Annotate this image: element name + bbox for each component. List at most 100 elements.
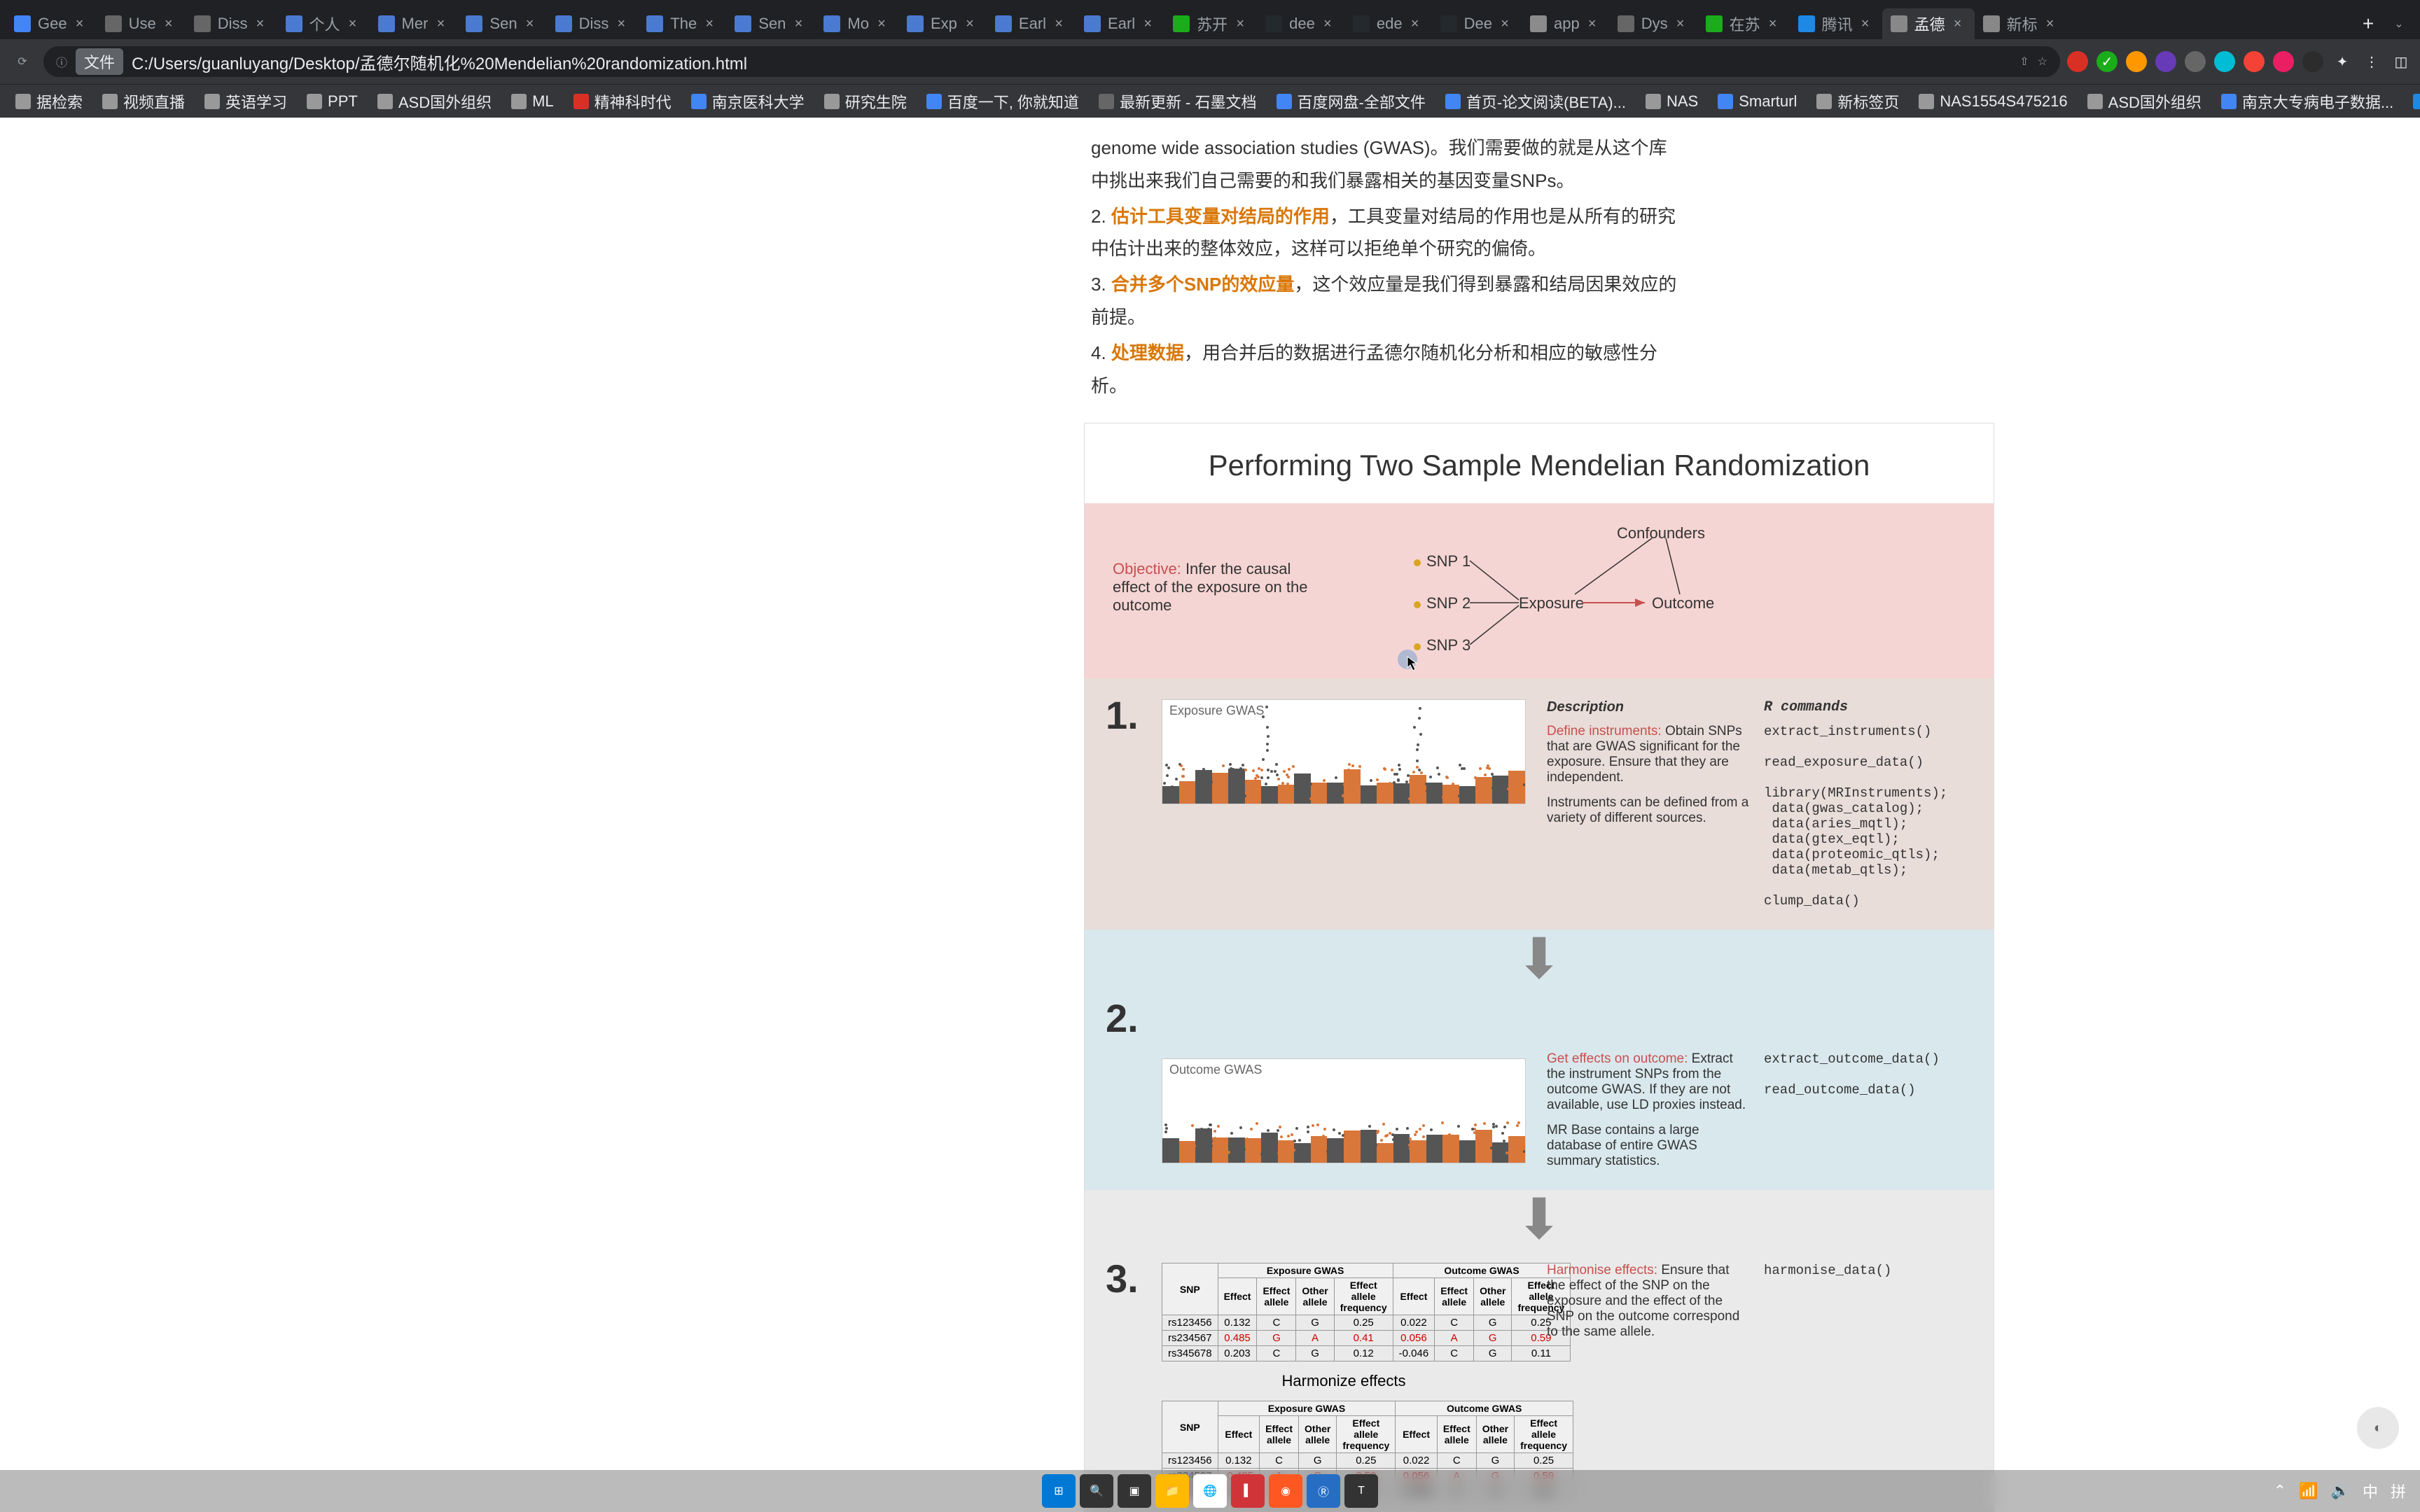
bookmark-item[interactable]: 英语学习 (196, 86, 295, 117)
browser-tab[interactable]: 新标× (1975, 8, 2067, 39)
bookmark-item[interactable]: ASD国外组织 (2079, 86, 2210, 117)
ext-icon-3[interactable] (2126, 51, 2147, 72)
browser-tab[interactable]: The× (638, 8, 726, 39)
bookmark-item[interactable]: 首页-论文阅读(BETA)... (1437, 86, 1634, 117)
ext-icon-1[interactable] (2067, 51, 2088, 72)
taskbar-app-icon[interactable]: 📁 (1155, 1474, 1189, 1508)
tab-close-icon[interactable]: × (1857, 15, 1874, 32)
systray-wifi-icon[interactable]: 📶 (2299, 1482, 2318, 1500)
bookmark-item[interactable]: 研究生院 (816, 86, 915, 117)
extensions-puzzle-icon[interactable]: ✦ (2332, 51, 2353, 72)
bookmark-item[interactable]: 南京医科大学 (683, 86, 813, 117)
tab-close-icon[interactable]: × (1584, 15, 1601, 32)
bookmark-item[interactable]: 百度网盘-全部文件 (1268, 86, 1434, 117)
taskbar-app-icon[interactable]: ◉ (1269, 1474, 1302, 1508)
browser-tab[interactable]: dee× (1257, 8, 1344, 39)
systray-lang[interactable]: 中 (2363, 1480, 2378, 1502)
browser-tab[interactable]: Mer× (370, 8, 458, 39)
tab-close-icon[interactable]: × (961, 15, 978, 32)
bookmark-item[interactable]: ASD国外组织 (369, 86, 500, 117)
bookmark-item[interactable]: 南京大专病电子数据... (2213, 86, 2402, 117)
tab-close-icon[interactable]: × (160, 15, 177, 32)
new-tab-button[interactable]: + (2353, 8, 2384, 39)
browser-tab[interactable]: Sen× (726, 8, 815, 39)
browser-tab[interactable]: ede× (1344, 8, 1432, 39)
tab-close-icon[interactable]: × (522, 15, 538, 32)
ext-icon-4[interactable] (2155, 51, 2176, 72)
systray-ime[interactable]: 拼 (2391, 1480, 2406, 1502)
tab-close-icon[interactable]: × (790, 15, 807, 32)
site-info-icon[interactable]: ⓘ (56, 53, 67, 70)
tab-close-icon[interactable]: × (1232, 15, 1249, 32)
menu-dots-icon[interactable]: ⋮ (2361, 51, 2382, 72)
ext-icon-5[interactable] (2185, 51, 2206, 72)
browser-tab[interactable]: Sen× (457, 8, 546, 39)
taskbar-app-icon[interactable]: Ⓡ (1307, 1474, 1340, 1508)
browser-tab[interactable]: Dys× (1609, 8, 1697, 39)
tab-close-icon[interactable]: × (1949, 15, 1966, 32)
share-icon[interactable]: ⇧ (2019, 55, 2029, 69)
browser-tab[interactable]: Exp× (898, 8, 987, 39)
tab-close-icon[interactable]: × (1672, 15, 1689, 32)
ext-icon-6[interactable] (2214, 51, 2235, 72)
ext-icon-8[interactable] (2273, 51, 2294, 72)
taskbar-app-icon[interactable]: T (1344, 1474, 1378, 1508)
ext-icon-7[interactable] (2244, 51, 2265, 72)
systray-volume-icon[interactable]: 🔊 (2331, 1482, 2350, 1500)
tab-close-icon[interactable]: × (345, 15, 361, 32)
browser-tab[interactable]: Earl× (987, 8, 1076, 39)
browser-tab[interactable]: 腾讯× (1790, 8, 1882, 39)
browser-tab[interactable]: Diss× (186, 8, 277, 39)
side-panel-icon[interactable]: ◫ (2391, 51, 2412, 72)
bookmark-item[interactable]: 腾讯文档 (2405, 86, 2420, 117)
taskbar-app-icon[interactable]: ▣ (1118, 1474, 1151, 1508)
tab-close-icon[interactable]: × (701, 15, 718, 32)
bookmark-item[interactable]: 精神科时代 (565, 86, 680, 117)
browser-tab[interactable]: Use× (97, 8, 186, 39)
browser-tab[interactable]: Diss× (547, 8, 639, 39)
url-box[interactable]: ⓘ 文件 C:/Users/guanluyang/Desktop/孟德尔随机化%… (43, 46, 2060, 77)
taskbar-app-icon[interactable]: ⊞ (1042, 1474, 1076, 1508)
taskbar-app-icon[interactable]: ▌ (1231, 1474, 1265, 1508)
bookmark-item[interactable]: 视频直播 (94, 86, 193, 117)
bookmark-item[interactable]: ML (503, 88, 562, 115)
ext-icon-2[interactable]: ✓ (2096, 51, 2118, 72)
tab-dropdown[interactable]: ⌄ (2384, 8, 2414, 39)
taskbar-app-icon[interactable]: 🔍 (1080, 1474, 1113, 1508)
browser-tab[interactable]: 苏开× (1164, 8, 1257, 39)
bookmark-item[interactable]: PPT (298, 88, 366, 115)
tab-close-icon[interactable]: × (873, 15, 890, 32)
browser-tab[interactable]: Gee× (6, 8, 97, 39)
tab-close-icon[interactable]: × (432, 15, 449, 32)
bookmark-item[interactable]: 据检索 (7, 86, 91, 117)
browser-tab[interactable]: 在苏× (1697, 8, 1790, 39)
bookmark-item[interactable]: Smarturl (1709, 88, 1805, 115)
tab-close-icon[interactable]: × (1319, 15, 1336, 32)
tab-close-icon[interactable]: × (71, 15, 88, 32)
bookmark-item[interactable]: 百度一下, 你就知道 (918, 86, 1087, 117)
bookmark-item[interactable]: 新标签页 (1808, 86, 1907, 117)
tab-close-icon[interactable]: × (1407, 15, 1424, 32)
page-content[interactable]: genome wide association studies (GWAS)。我… (0, 118, 2420, 1512)
browser-tab[interactable]: Dee× (1432, 8, 1522, 39)
browser-tab[interactable]: Mo× (815, 8, 898, 39)
bookmark-star-icon[interactable]: ☆ (2038, 55, 2047, 69)
ext-icon-9[interactable] (2302, 51, 2323, 72)
tab-close-icon[interactable]: × (1139, 15, 1156, 32)
browser-tab[interactable]: 孟德× (1882, 8, 1975, 39)
tab-close-icon[interactable]: × (613, 15, 630, 32)
bookmark-item[interactable]: NAS (1637, 88, 1706, 115)
taskbar-app-icon[interactable]: 🌐 (1193, 1474, 1227, 1508)
bookmark-item[interactable]: 最新更新 - 石墨文档 (1090, 86, 1265, 117)
reload-button[interactable]: ⟳ (8, 48, 36, 76)
browser-tab[interactable]: Earl× (1076, 8, 1164, 39)
floating-help-button[interactable]: ◐ (2357, 1407, 2399, 1449)
browser-tab[interactable]: 个人× (277, 8, 370, 39)
browser-tab[interactable]: app× (1522, 8, 1609, 39)
tab-close-icon[interactable]: × (252, 15, 269, 32)
tab-close-icon[interactable]: × (1050, 15, 1067, 32)
tab-close-icon[interactable]: × (1496, 15, 1513, 32)
tab-close-icon[interactable]: × (2042, 15, 2059, 32)
systray-chevron-icon[interactable]: ⌃ (2274, 1482, 2286, 1500)
bookmark-item[interactable]: NAS1554S475216 (1910, 88, 2075, 115)
